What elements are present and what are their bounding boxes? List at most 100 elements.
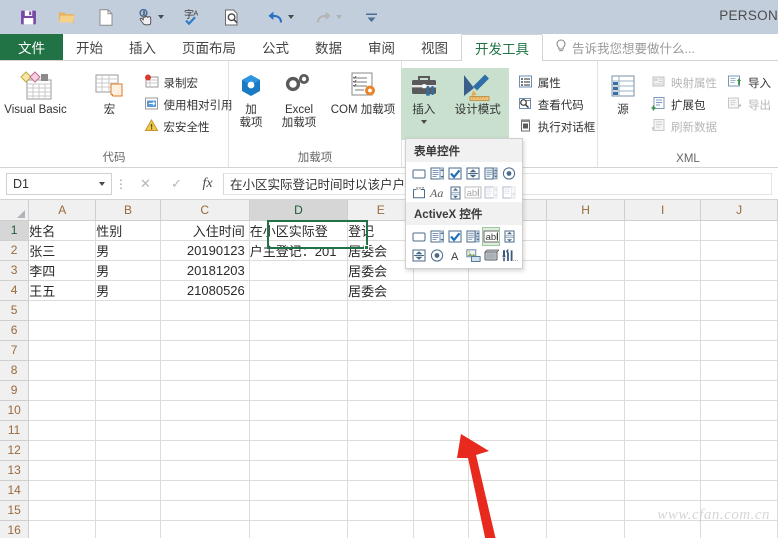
cell[interactable] [347,420,415,441]
refresh-data-button[interactable]: 刷新数据 [648,116,720,138]
name-box[interactable]: D1 [6,172,112,195]
fill-handle[interactable] [364,245,369,250]
save-icon[interactable] [18,7,38,27]
cell[interactable] [95,480,161,501]
cell[interactable] [160,500,250,521]
cell[interactable] [546,460,626,481]
cell[interactable] [546,340,626,361]
redo-caret-icon[interactable] [336,15,342,19]
cell[interactable] [160,480,250,501]
formula-cancel-icon[interactable]: ✕ [130,173,161,195]
record-macro-button[interactable]: 录制宏 [141,72,236,94]
option-button-control[interactable] [500,164,518,183]
cell[interactable] [546,220,626,241]
cell[interactable] [546,400,626,421]
cell[interactable]: 姓名 [28,220,97,241]
cell[interactable] [249,360,349,381]
xml-source-button[interactable]: 源 [602,68,644,117]
cell[interactable] [700,440,778,461]
cell[interactable] [624,320,702,341]
cell[interactable] [95,520,161,538]
row-header-4[interactable]: 4 [0,280,30,301]
cell[interactable] [347,340,415,361]
cell[interactable] [546,480,626,501]
row-header-5[interactable]: 5 [0,300,30,321]
cell[interactable]: 居委会 [347,240,415,261]
column-header-I[interactable]: I [624,200,702,221]
button-control[interactable] [410,164,428,183]
cell[interactable] [546,360,626,381]
cell[interactable] [700,480,778,501]
cell[interactable]: 居委会 [347,260,415,281]
name-box-caret-icon[interactable] [99,181,105,186]
tab-developer[interactable]: 开发工具 [461,34,543,61]
cell[interactable] [28,500,97,521]
cell[interactable] [28,420,97,441]
row-header-8[interactable]: 8 [0,360,30,381]
command-button-control[interactable] [410,227,428,246]
scroll-bar-control[interactable] [500,227,518,246]
cell[interactable] [160,320,250,341]
spin-button-control[interactable] [410,246,428,265]
cell[interactable] [546,280,626,301]
cell[interactable] [249,420,349,441]
store-addins-button[interactable]: 加 载项 [231,68,271,130]
combo-drop-down-edit-control[interactable] [500,183,518,202]
cell[interactable] [249,380,349,401]
undo-caret-icon[interactable] [288,15,294,19]
text-field-control[interactable]: abl [464,183,482,202]
run-dialog-button[interactable]: 执行对话框 [515,116,599,138]
cell[interactable] [249,500,349,521]
combo-box-control[interactable] [428,227,446,246]
cell[interactable] [413,340,470,361]
cell[interactable] [347,460,415,481]
cell[interactable] [624,340,702,361]
row-header-6[interactable]: 6 [0,320,30,341]
cell[interactable]: 男 [95,280,161,301]
cell[interactable] [624,400,702,421]
cell[interactable]: 王五 [28,280,97,301]
image-control[interactable] [464,246,482,265]
cell[interactable] [468,440,548,461]
xml-export-button[interactable]: 导出 [724,94,774,116]
excel-addins-button[interactable]: Excel 加载项 [273,68,325,130]
row-header-3[interactable]: 3 [0,260,30,281]
select-all-corner[interactable] [0,200,30,221]
column-header-D[interactable]: D [249,200,349,221]
cell[interactable] [249,480,349,501]
cell[interactable]: 20181203 [160,260,250,281]
cell[interactable] [28,460,97,481]
cell[interactable] [413,520,470,538]
list-box-control[interactable] [464,227,482,246]
tab-insert[interactable]: 插入 [116,34,169,60]
cell[interactable] [413,380,470,401]
scroll-bar-control[interactable] [446,183,464,202]
toggle-button-control[interactable] [482,246,500,265]
cell[interactable] [95,420,161,441]
cell[interactable] [249,440,349,461]
cell[interactable] [546,320,626,341]
print-preview-icon[interactable] [222,7,242,27]
cell[interactable] [249,320,349,341]
cell[interactable] [700,360,778,381]
cell[interactable] [413,400,470,421]
tell-me-search[interactable]: 告诉我您想要做什么... [543,34,695,60]
column-header-E[interactable]: E [347,200,415,221]
cell[interactable] [95,380,161,401]
cell[interactable]: 21080526 [160,280,250,301]
column-header-J[interactable]: J [700,200,778,221]
touch-mode-caret-icon[interactable] [158,15,164,19]
cell[interactable] [624,300,702,321]
cell[interactable] [28,400,97,421]
cell[interactable] [347,360,415,381]
cell[interactable] [468,460,548,481]
cell[interactable] [468,400,548,421]
xml-import-button[interactable]: 导入 [724,72,774,94]
cell[interactable] [28,440,97,461]
cell[interactable] [546,240,626,261]
macro-security-button[interactable]: 宏安全性 [141,116,236,138]
cell[interactable] [160,460,250,481]
text-box-control[interactable]: abl [482,227,500,246]
cell[interactable] [546,500,626,521]
cell[interactable] [347,380,415,401]
